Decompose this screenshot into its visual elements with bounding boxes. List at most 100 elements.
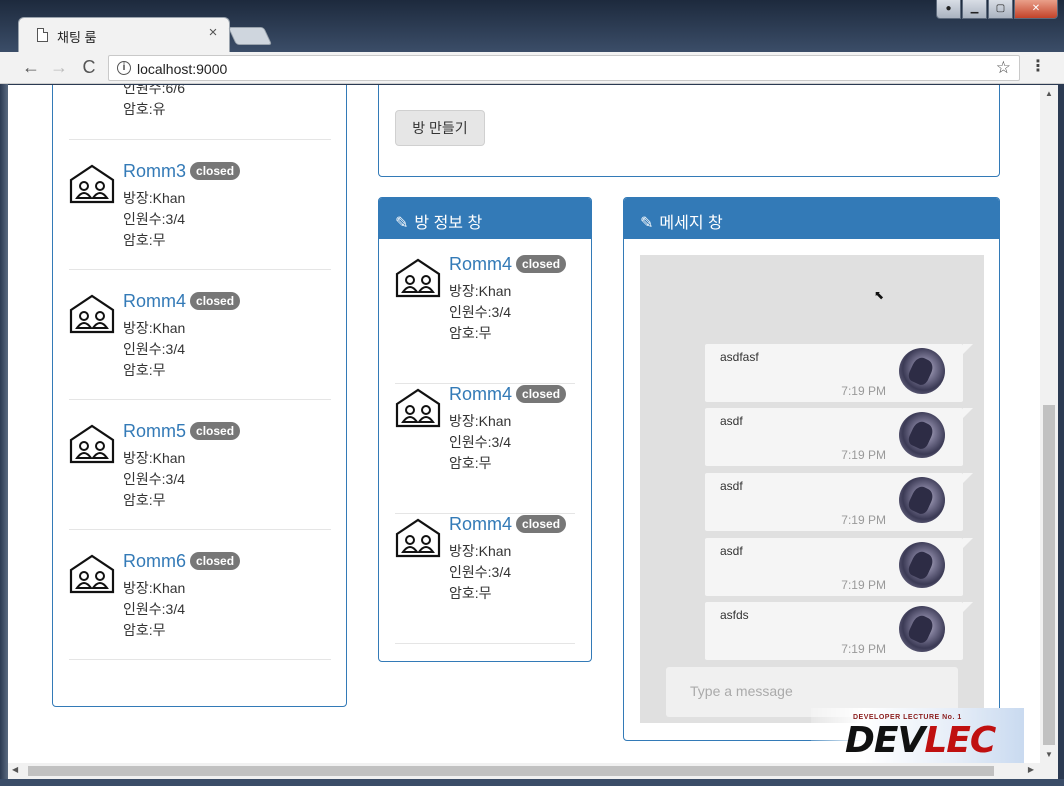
panel-header: ✎ 메세지 창	[624, 198, 999, 239]
message-text: asfds	[720, 608, 749, 622]
tab-close-button[interactable]: ×	[205, 24, 221, 41]
devlec-watermark-logo: DEVELOPER LECTURE No. 1 DEVLEC	[811, 708, 1024, 763]
status-badge: closed	[190, 422, 241, 440]
room-password: 암호:무	[449, 455, 492, 471]
room-password: 암호:무	[449, 585, 492, 601]
message-bubble: asdf 7:19 PM	[705, 408, 973, 466]
horizontal-scrollbar[interactable]: ◀ ▶	[8, 763, 1058, 779]
avatar	[899, 542, 945, 588]
scroll-left-arrow-icon[interactable]: ◀	[12, 765, 18, 774]
room-item[interactable]: Romm4 closed 방장:Khan 인원수:3/4 암호:무	[395, 514, 575, 644]
vertical-scroll-thumb[interactable]	[1043, 405, 1055, 745]
close-window-button[interactable]: ✕	[1014, 0, 1058, 19]
room-members: 인원수:3/4	[123, 341, 185, 357]
message-time: 7:19 PM	[841, 513, 886, 527]
room-house-icon	[69, 554, 115, 594]
reload-button[interactable]: C	[78, 56, 100, 78]
room-owner: 방장:Khan	[449, 413, 512, 429]
room-item[interactable]: Romm4 closed 방장:Khan 인원수:3/4 암호:무	[69, 270, 331, 400]
back-button[interactable]: ←	[20, 56, 42, 78]
browser-tab[interactable]: 채팅 룸 ×	[18, 17, 230, 53]
browser-title-bar: 채팅 룸 × ● ▁ ▢ ✕	[0, 0, 1064, 53]
new-tab-button[interactable]	[227, 27, 273, 45]
room-owner: 방장:Khan	[123, 580, 186, 596]
room-owner: 방장:Khan	[123, 320, 186, 336]
message-time: 7:19 PM	[841, 448, 886, 462]
url-text[interactable]: localhost:9000	[137, 61, 227, 77]
message-text: asdf	[720, 544, 743, 558]
status-badge: closed	[190, 292, 241, 310]
room-members: 인원수:3/4	[449, 564, 511, 580]
panel-header: ✎ 방 정보 창	[379, 198, 591, 239]
room-name[interactable]: Romm6 closed	[123, 551, 241, 572]
message-time: 7:19 PM	[841, 578, 886, 592]
room-house-icon	[395, 258, 441, 298]
room-name[interactable]: Romm4 closed	[449, 514, 567, 535]
room-owner: 방장:Khan	[123, 190, 186, 206]
message-text: asdf	[720, 414, 743, 428]
room-members: 인원수:3/4	[123, 601, 185, 617]
scroll-up-arrow-icon[interactable]: ▲	[1045, 89, 1053, 98]
address-bar[interactable]: i localhost:9000 ☆	[108, 55, 1020, 81]
room-members: 인원수:3/4	[449, 434, 511, 450]
avatar	[899, 412, 945, 458]
room-house-icon	[69, 294, 115, 334]
document-icon	[37, 28, 48, 42]
message-area[interactable]: asdfasf 7:19 PM asdf 7:19 PM asdf 7:19 P…	[640, 255, 984, 723]
room-item[interactable]: Romm3 closed 방장:Khan 인원수:3/4 암호:무	[69, 140, 331, 270]
pencil-icon: ✎	[395, 215, 409, 232]
browser-menu-icon[interactable]: ⋮	[1030, 56, 1046, 76]
room-name[interactable]: Romm4 closed	[449, 254, 567, 275]
room-item[interactable]: Romm4 closed 방장:Khan 인원수:3/4 암호:무	[395, 254, 575, 384]
vertical-scrollbar[interactable]: ▲ ▼	[1040, 85, 1058, 763]
room-members: 인원수:3/4	[449, 304, 511, 320]
message-text: asdfasf	[720, 350, 759, 364]
browser-toolbar: ← → C i localhost:9000 ☆ ⋮	[0, 52, 1064, 84]
window-frame-left	[0, 84, 8, 784]
message-bubble: asdf 7:19 PM	[705, 538, 973, 596]
room-item[interactable]: Romm6 closed 방장:Khan 인원수:3/4 암호:무	[69, 530, 331, 660]
message-time: 7:19 PM	[841, 642, 886, 656]
message-bubble: asdf 7:19 PM	[705, 473, 973, 531]
room-item[interactable]: Romm5 closed 방장:Khan 인원수:3/4 암호:무	[69, 400, 331, 530]
panel-title: 방 정보 창	[414, 215, 483, 232]
room-house-icon	[69, 164, 115, 204]
status-badge: closed	[516, 515, 567, 533]
room-house-icon	[395, 518, 441, 558]
status-badge: closed	[190, 552, 241, 570]
status-badge: closed	[190, 162, 241, 180]
room-password: 암호:무	[123, 622, 166, 638]
user-icon[interactable]: ●	[936, 0, 961, 19]
create-room-panel: 방 만들기	[378, 85, 1000, 177]
avatar	[899, 477, 945, 523]
room-name[interactable]: Romm3 closed	[123, 161, 241, 182]
horizontal-scroll-thumb[interactable]	[28, 766, 994, 776]
forward-button[interactable]: →	[48, 56, 70, 78]
message-text: asdf	[720, 479, 743, 493]
room-owner: 방장:Khan	[123, 450, 186, 466]
room-name[interactable]: Romm4 closed	[449, 384, 567, 405]
room-members: 인원수:3/4	[123, 471, 185, 487]
scroll-down-arrow-icon[interactable]: ▼	[1045, 750, 1053, 759]
mouse-cursor-icon: ⬉	[874, 288, 885, 302]
bookmark-star-icon[interactable]: ☆	[996, 58, 1011, 78]
room-name[interactable]: Romm4 closed	[123, 291, 241, 312]
room-members: 인원수:6/6	[123, 85, 185, 96]
room-house-icon	[395, 388, 441, 428]
minimize-button[interactable]: ▁	[962, 0, 987, 19]
avatar	[899, 348, 945, 394]
info-icon[interactable]: i	[117, 61, 131, 75]
tab-title: 채팅 룸	[57, 30, 97, 45]
room-password: 암호:무	[123, 362, 166, 378]
create-room-button[interactable]: 방 만들기	[395, 110, 485, 146]
room-password: 암호:무	[123, 492, 166, 508]
message-panel: ✎ 메세지 창 asdfasf 7:19 PM asdf 7:19 PM asdf…	[623, 197, 1000, 741]
maximize-button[interactable]: ▢	[988, 0, 1013, 19]
room-name[interactable]: Romm5 closed	[123, 421, 241, 442]
room-password: 암호:무	[449, 325, 492, 341]
room-item[interactable]: 인원수:6/6 암호:유	[69, 85, 331, 140]
panel-title: 메세지 창	[659, 215, 723, 232]
status-badge: closed	[516, 255, 567, 273]
scroll-right-arrow-icon[interactable]: ▶	[1028, 765, 1034, 774]
room-item[interactable]: Romm4 closed 방장:Khan 인원수:3/4 암호:무	[395, 384, 575, 514]
